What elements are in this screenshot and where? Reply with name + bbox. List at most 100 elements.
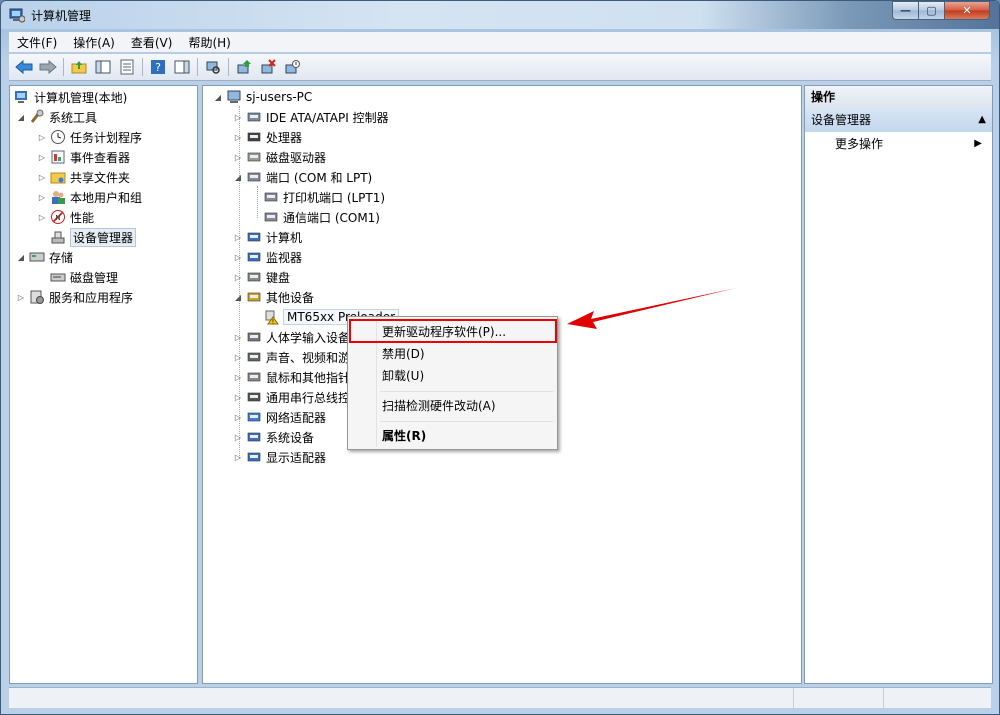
other-devices-icon [246,289,262,305]
expand-arrow-icon[interactable]: ▷ [233,332,243,342]
highlight-box [349,319,557,343]
toolbar-separator [63,58,64,76]
collapse-arrow-icon[interactable]: ◢ [16,112,26,122]
device-category[interactable]: ▷ 磁盘驱动器 [233,147,326,167]
up-folder-icon[interactable] [69,57,89,77]
expand-arrow-icon[interactable]: ▷ [37,212,47,222]
menu-action[interactable]: 操作(A) [65,34,123,51]
tree-item-storage[interactable]: ◢ 存储 [16,247,73,267]
title-bar[interactable]: 计算机管理 — ▢ ✕ [1,1,999,29]
tree-item-computer-management[interactable]: 计算机管理(本地) [14,87,127,107]
tree-label: 系统工具 [49,110,98,125]
scan-hardware-icon[interactable] [203,57,223,77]
keyboard-icon [246,269,262,285]
collapse-arrow-icon[interactable]: ◢ [233,172,243,182]
menu-file[interactable]: 文件(F) [9,34,65,51]
menu-help[interactable]: 帮助(H) [180,34,238,51]
device-category-label: 声音、视频和游 [266,350,351,365]
tree-item-shared-folders[interactable]: ▷ 共享文件夹 [37,167,130,187]
device-category[interactable]: ▷ 计算机 [233,227,302,247]
expand-arrow-icon[interactable]: ▷ [233,132,243,142]
device-category[interactable]: ◢ 端口 (COM 和 LPT) [233,167,372,187]
expand-arrow-icon[interactable]: ▷ [37,192,47,202]
tree-item-local-users[interactable]: ▷ 本地用户和组 [37,187,142,207]
device-category[interactable]: ▷ IDE ATA/ATAPI 控制器 [233,107,389,127]
device-category[interactable]: ▷ 处理器 [233,127,302,147]
menu-scan-hardware[interactable]: 扫描检测硬件改动(A) [350,395,555,417]
device-category[interactable]: ▷ 通用串行总线控 [233,387,350,407]
minimize-button[interactable]: — [892,1,919,20]
expand-arrow-icon[interactable]: ▷ [233,432,243,442]
device-category[interactable]: ▷ 显示适配器 [233,447,326,467]
monitor-icon [246,249,262,265]
show-hide-action-pane-icon[interactable] [172,57,192,77]
menu-view[interactable]: 查看(V) [123,34,181,51]
back-icon[interactable] [14,57,34,77]
svg-text:N: N [55,214,60,222]
menu-uninstall[interactable]: 卸载(U) [350,365,555,387]
device-category-label: 键盘 [266,270,291,285]
device-category[interactable]: ▷ 系统设备 [233,427,314,447]
tree-item-services-apps[interactable]: ▷ 服务和应用程序 [16,287,133,307]
expand-arrow-icon[interactable]: ▷ [233,232,243,242]
expand-arrow-icon[interactable]: ▷ [37,152,47,162]
device-category[interactable]: ◢ 其他设备 [233,287,314,307]
warning-device-icon: ! [263,309,279,326]
tree-label-selected: 设备管理器 [70,227,137,247]
device-category[interactable]: ▷ 键盘 [233,267,290,287]
collapse-up-icon[interactable]: ▲ [978,108,986,132]
tree-item-device-manager[interactable]: 设备管理器 [50,227,137,247]
disable-icon[interactable] [282,57,302,77]
expand-arrow-icon[interactable]: ▷ [233,372,243,382]
help-icon[interactable]: ? [148,57,168,77]
device-item[interactable]: 通信端口 (COM1) [263,207,380,227]
console-tree[interactable]: 计算机管理(本地) ◢ 系统工具 ▷ 任务计划程序 ▷ 事件查看器 ▷ 共享文件… [9,85,198,684]
collapse-arrow-icon[interactable]: ◢ [213,92,223,102]
tree-item-disk-management[interactable]: 磁盘管理 [50,267,118,287]
collapse-arrow-icon[interactable]: ◢ [16,252,26,262]
device-tree-root[interactable]: ◢ sj-users-PC [213,87,312,107]
device-item[interactable]: 打印机端口 (LPT1) [263,187,385,207]
device-category[interactable]: ▷ 监视器 [233,247,302,267]
maximize-button[interactable]: ▢ [918,1,945,20]
menu-properties[interactable]: 属性(R) [350,425,555,447]
expand-arrow-icon[interactable]: ▷ [233,152,243,162]
expand-arrow-icon[interactable]: ▷ [233,452,243,462]
status-cell [884,688,984,708]
tree-item-performance[interactable]: ▷ N 性能 [37,207,94,227]
expand-arrow-icon[interactable]: ▷ [233,252,243,262]
uninstall-icon[interactable] [258,57,278,77]
processor-icon [246,129,262,145]
expand-arrow-icon[interactable]: ▷ [233,352,243,362]
tree-item-event-viewer[interactable]: ▷ 事件查看器 [37,147,130,167]
expand-arrow-icon[interactable]: ▷ [233,392,243,402]
device-category[interactable]: ▷ 人体学输入设备 [233,327,350,347]
device-category[interactable]: ▷ 网络适配器 [233,407,326,427]
action-pane-header: 操作 [805,86,992,109]
device-category[interactable]: ▷ 鼠标和其他指针 [233,367,350,387]
action-group-label: 设备管理器 [811,113,872,127]
close-button[interactable]: ✕ [944,1,990,20]
forward-icon[interactable] [38,57,58,77]
device-category[interactable]: ▷ 声音、视频和游 [233,347,350,367]
expand-arrow-icon[interactable]: ▷ [233,412,243,422]
expand-arrow-icon[interactable]: ▷ [233,112,243,122]
tree-item-system-tools[interactable]: ◢ 系统工具 [16,107,97,127]
show-hide-console-tree-icon[interactable] [93,57,113,77]
device-category-label: 端口 (COM 和 LPT) [266,170,373,185]
more-actions-label: 更多操作 [835,137,884,151]
update-driver-icon[interactable] [234,57,254,77]
properties-icon[interactable] [117,57,137,77]
menu-disable[interactable]: 禁用(D) [350,343,555,365]
expand-arrow-icon[interactable]: ▷ [16,292,26,302]
expand-arrow-icon[interactable]: ▷ [37,132,47,142]
more-actions-item[interactable]: 更多操作 ▶ [835,134,984,154]
action-group-device-manager[interactable]: 设备管理器 ▲ [805,108,992,132]
expand-arrow-icon[interactable]: ▷ [233,272,243,282]
menu-bar: 文件(F) 操作(A) 查看(V) 帮助(H) [9,32,991,52]
device-item-label: 通信端口 (COM1) [283,210,380,225]
collapse-arrow-icon[interactable]: ◢ [233,292,243,302]
performance-icon: N [50,209,66,225]
tree-item-task-scheduler[interactable]: ▷ 任务计划程序 [37,127,142,147]
expand-arrow-icon[interactable]: ▷ [37,172,47,182]
